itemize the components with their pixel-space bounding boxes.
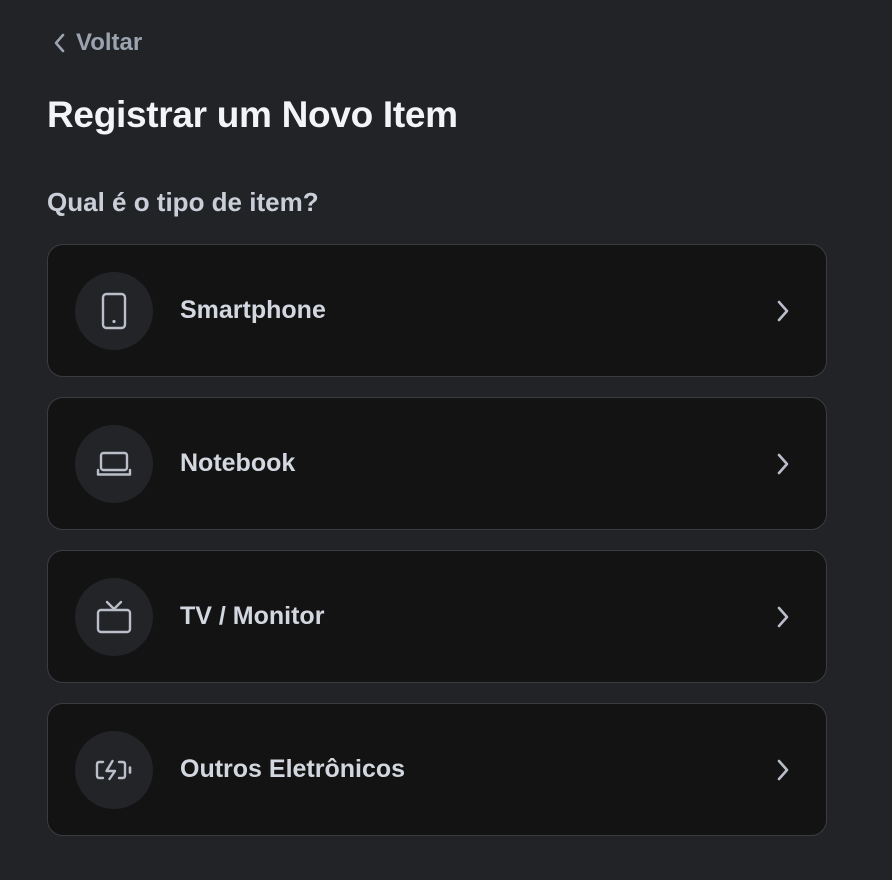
- laptop-icon: [95, 448, 133, 480]
- item-type-question: Qual é o tipo de item?: [47, 187, 319, 217]
- tv-icon: [94, 598, 134, 636]
- smartphone-icon: [99, 291, 129, 331]
- back-label: Voltar: [76, 29, 143, 56]
- back-link[interactable]: Voltar: [52, 28, 142, 58]
- page-title: Registrar um Novo Item: [47, 94, 458, 135]
- icon-circle: [75, 424, 153, 503]
- option-label: TV / Monitor: [180, 602, 325, 630]
- chevron-right-icon: [776, 452, 790, 476]
- register-item-page: Voltar Registrar um Novo Item Qual é o t…: [0, 0, 892, 880]
- chevron-left-icon: [52, 32, 66, 54]
- option-label: Notebook: [180, 449, 296, 477]
- option-other-electronics[interactable]: Outros Eletrônicos: [47, 703, 827, 836]
- option-tv-monitor[interactable]: TV / Monitor: [47, 550, 827, 683]
- icon-circle: [75, 271, 153, 350]
- chevron-right-icon: [776, 299, 790, 323]
- chevron-right-icon: [776, 758, 790, 782]
- option-notebook[interactable]: Notebook: [47, 397, 827, 530]
- chevron-right-icon: [776, 605, 790, 629]
- option-label: Outros Eletrônicos: [180, 755, 406, 783]
- option-smartphone[interactable]: Smartphone: [47, 244, 827, 377]
- icon-circle: [75, 577, 153, 656]
- battery-charging-icon: [94, 755, 134, 785]
- icon-circle: [75, 730, 153, 809]
- item-type-options: Smartphone Notebook TV / Monitor Outros …: [47, 244, 827, 836]
- option-label: Smartphone: [180, 296, 326, 324]
